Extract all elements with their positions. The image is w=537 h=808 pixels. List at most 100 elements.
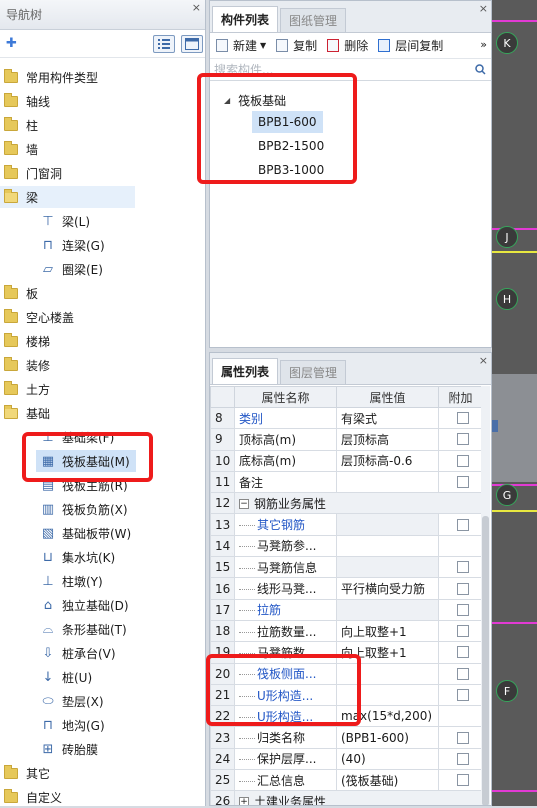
nav-item-isolated-footing[interactable]: ⌂ 独立基础(D) [40, 594, 129, 616]
property-value[interactable]: 向上取整+1 [336, 619, 439, 643]
property-value[interactable] [336, 470, 439, 494]
nav-item-raft-neg-rebar[interactable]: ▥ 筏板负筋(X) [40, 498, 128, 520]
table-row-group[interactable]: 12− 钢筋业务属性 [210, 492, 483, 515]
new-button[interactable]: 新建 ▼ [216, 37, 266, 54]
attach-checkbox[interactable] [456, 646, 469, 659]
table-row[interactable]: 8 类别 有梁式 [210, 406, 483, 430]
add-plus-icon[interactable]: ✚ [6, 36, 17, 51]
property-value[interactable] [336, 556, 439, 579]
collapse-toggle-icon[interactable]: − [239, 499, 249, 510]
property-value[interactable]: (筏板基础) [336, 769, 439, 792]
property-value[interactable]: 层顶标高 [336, 428, 439, 451]
nav-item-custom[interactable]: 自定义 [4, 786, 62, 808]
attach-checkbox[interactable] [456, 412, 469, 425]
property-scrollbar[interactable] [481, 386, 490, 805]
nav-item-trench[interactable]: ⊓ 地沟(G) [40, 714, 105, 736]
nav-item-column[interactable]: 柱 [4, 114, 38, 136]
nav-item-slab[interactable]: 板 [4, 282, 38, 304]
row-number: 12 [210, 492, 235, 515]
tab-component-list[interactable]: 构件列表 [212, 6, 279, 32]
axis-marker-k[interactable]: K [496, 32, 518, 54]
nav-item-ring-beam[interactable]: ▱ 圈梁(E) [40, 258, 103, 280]
drawing-canvas[interactable]: K J H G F [492, 0, 537, 806]
nav-item-strip-footing[interactable]: ⌓ 条形基础(T) [40, 618, 127, 640]
delete-button[interactable]: 删除 [327, 37, 368, 54]
attach-checkbox[interactable] [456, 603, 469, 616]
list-view-icon[interactable] [153, 35, 175, 53]
attach-checkbox[interactable] [456, 625, 469, 638]
comp-close-button[interactable]: × [479, 2, 488, 15]
nav-close-button[interactable]: × [192, 1, 201, 14]
property-value[interactable]: 平行横向受力筋 [336, 577, 439, 600]
nav-item-beam[interactable]: 梁 [0, 186, 135, 208]
nav-item-column-pier[interactable]: ⊥ 柱墩(Y) [40, 570, 102, 592]
nav-item-pile-cap[interactable]: ⇩ 桩承台(V) [40, 642, 116, 664]
attach-checkbox[interactable] [456, 561, 469, 574]
copy-button[interactable]: 复制 [276, 37, 317, 54]
attach-checkbox[interactable] [456, 774, 469, 787]
nav-item-stair[interactable]: 楼梯 [4, 330, 50, 352]
table-row[interactable]: 14 马凳筋参... [210, 534, 483, 558]
table-row[interactable]: 23 归类名称 (BPB1-600) [210, 726, 483, 749]
nav-item-brick-form[interactable]: ⊞ 砖胎膜 [40, 738, 98, 760]
table-row[interactable]: 16 线形马凳... 平行横向受力筋 [210, 577, 483, 600]
tab-drawing-management[interactable]: 图纸管理 [280, 8, 347, 32]
table-row-group[interactable]: 26 + 土建业务属性 [210, 790, 483, 805]
nav-item-other[interactable]: 其它 [4, 762, 50, 784]
attach-checkbox[interactable] [456, 454, 469, 467]
property-value[interactable]: (40) [336, 747, 439, 771]
nav-item-common[interactable]: 常用构件类型 [4, 66, 98, 88]
attach-checkbox[interactable] [456, 667, 469, 680]
table-row[interactable]: 10 底标高(m) 层顶标高-0.6 [210, 449, 483, 472]
nav-item-cushion[interactable]: ⬭ 垫层(X) [40, 690, 103, 712]
property-value[interactable]: 层顶标高-0.6 [336, 449, 439, 472]
nav-item-foundation[interactable]: 基础 [4, 402, 50, 424]
nav-item-foundation-strip[interactable]: ▧ 基础板带(W) [40, 522, 131, 544]
table-row[interactable]: 15 马凳筋信息 [210, 556, 483, 579]
tab-property-list[interactable]: 属性列表 [212, 358, 279, 384]
attach-checkbox[interactable] [456, 518, 469, 531]
attach-checkbox[interactable] [456, 476, 469, 489]
property-value[interactable]: (BPB1-600) [336, 726, 439, 749]
table-row[interactable]: 13 其它钢筋 [210, 513, 483, 536]
floor-copy-button[interactable]: 层间复制 [378, 37, 443, 54]
property-value[interactable]: 有梁式 [336, 406, 439, 430]
nav-item-hollow-floor[interactable]: 空心楼盖 [4, 306, 74, 328]
axis-marker-f[interactable]: F [496, 680, 518, 702]
axis-marker-j[interactable]: J [496, 226, 518, 248]
nav-item-wall[interactable]: 墙 [4, 138, 38, 160]
tree-line [239, 546, 255, 548]
table-row[interactable]: 18 拉筋数量... 向上取整+1 [210, 619, 483, 643]
nav-item-earthwork[interactable]: 土方 [4, 378, 50, 400]
axis-marker-h[interactable]: H [496, 288, 518, 310]
expand-toggle-icon[interactable]: + [239, 797, 249, 805]
scrollbar-thumb[interactable] [482, 516, 489, 805]
table-row[interactable]: 11 备注 [210, 470, 483, 494]
property-value[interactable] [336, 513, 439, 536]
axis-marker-g[interactable]: G [496, 484, 518, 506]
nav-item-sump-pit[interactable]: ⊔ 集水坑(K) [40, 546, 115, 568]
attach-checkbox[interactable] [456, 689, 469, 701]
splitter-handle[interactable] [492, 420, 498, 432]
tab-layer-management[interactable]: 图层管理 [280, 360, 347, 384]
grid-view-icon[interactable] [181, 35, 203, 53]
table-row[interactable]: 17 拉筋 [210, 598, 483, 621]
nav-item-beam-l[interactable]: ⊤ 梁(L) [40, 210, 90, 232]
nav-item-axis[interactable]: 轴线 [4, 90, 50, 112]
props-close-button[interactable]: × [479, 354, 488, 367]
nav-item-link-beam[interactable]: ⊓ 连梁(G) [40, 234, 105, 256]
attach-checkbox[interactable] [456, 433, 469, 446]
nav-item-decoration[interactable]: 装修 [4, 354, 50, 376]
more-button[interactable]: » [480, 38, 487, 51]
attach-checkbox[interactable] [456, 582, 469, 595]
attach-checkbox[interactable] [456, 731, 469, 744]
table-row[interactable]: 9 顶标高(m) 层顶标高 [210, 428, 483, 451]
nav-item-opening[interactable]: 门窗洞 [4, 162, 62, 184]
table-row[interactable]: 24 保护层厚... (40) [210, 747, 483, 771]
nav-item-pile[interactable]: ↓ 桩(U) [40, 666, 93, 688]
property-value[interactable] [336, 598, 439, 621]
copy-icon [276, 39, 289, 52]
property-value[interactable] [336, 534, 439, 558]
table-row[interactable]: 25 汇总信息 (筏板基础) [210, 769, 483, 792]
attach-checkbox[interactable] [456, 752, 469, 765]
